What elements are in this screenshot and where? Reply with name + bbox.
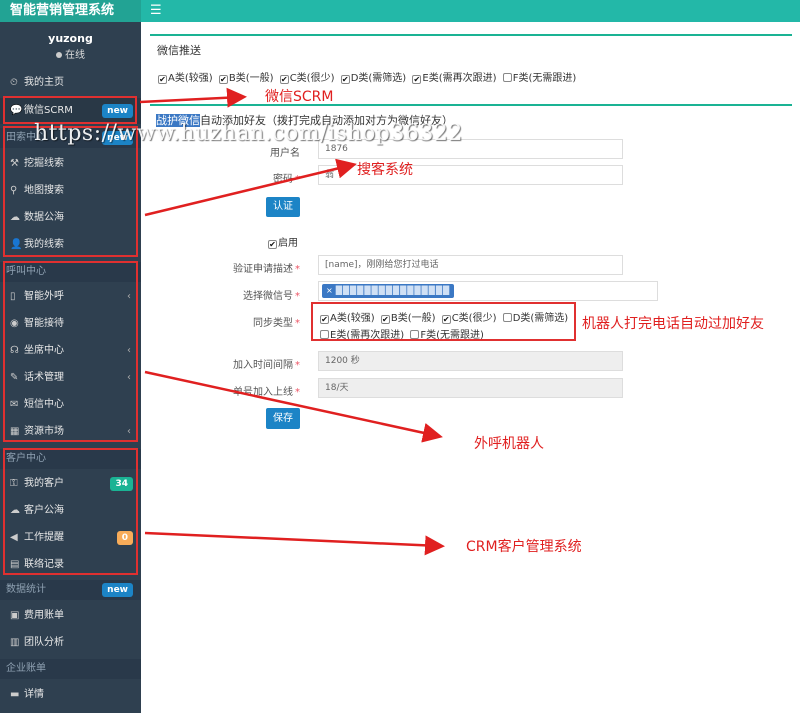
annotation-crm: CRM客户管理系统 — [466, 539, 582, 555]
annotation-arrows — [139, 87, 445, 556]
annotation-lead-system: 搜客系统 — [357, 162, 413, 178]
annotation-robot-friend: 机器人打完电话自动过加好友 — [582, 316, 764, 332]
annotation-wechat-scrm: 微信SCRM — [265, 89, 334, 105]
watermark-url: https://www.huzhan.com/ishop36322 — [34, 121, 463, 146]
annotation-call-robot: 外呼机器人 — [474, 436, 544, 452]
